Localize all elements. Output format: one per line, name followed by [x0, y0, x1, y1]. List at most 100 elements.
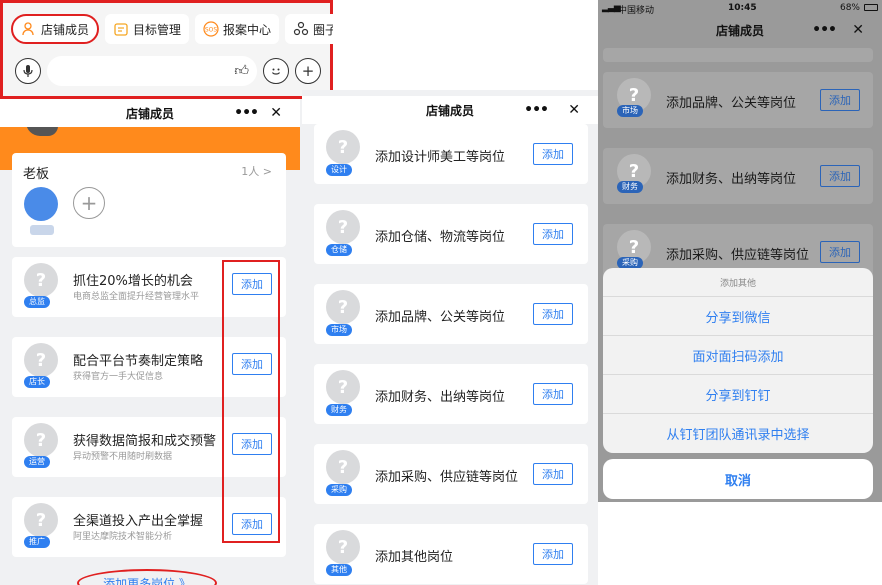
role-badge: 仓储 [326, 244, 352, 256]
chat-input-row: 👍︎ + [15, 55, 323, 87]
boss-card: 老板 1人 > + [12, 153, 286, 247]
battery-icon [864, 4, 878, 11]
add-button[interactable]: 添加 [533, 543, 573, 565]
placeholder-avatar-icon: ? [326, 370, 360, 404]
add-button[interactable]: 添加 [533, 223, 573, 245]
placeholder-avatar-icon: ? [326, 530, 360, 564]
tab-goal-management[interactable]: 目标管理 [105, 14, 190, 44]
role-badge: 财务 [617, 181, 643, 193]
cancel-button[interactable]: 取消 [603, 459, 873, 499]
page-title: 店铺成员 [125, 106, 174, 121]
store-members-panel-list: 店铺成员 ••• ✕ ? 设计 添加设计师美工等岗位 添加 ? 仓储 添加仓储、… [302, 90, 598, 585]
share-dingtalk-option[interactable]: 分享到钉钉 [603, 374, 873, 413]
emoji-icon[interactable] [263, 58, 289, 84]
plus-icon[interactable]: + [295, 58, 321, 84]
calendar-icon [113, 21, 129, 37]
tab-label: 目标管理 [133, 22, 182, 37]
position-card: ? 财务 添加财务、出纳等岗位 添加 [603, 148, 873, 204]
role-badge: 市场 [617, 105, 643, 117]
add-button[interactable]: 添加 [533, 303, 573, 325]
add-button[interactable]: 添加 [820, 165, 860, 187]
placeholder-avatar-icon: ? [326, 210, 360, 244]
circle-group-icon [293, 21, 309, 37]
role-badge: 采购 [326, 484, 352, 496]
close-button[interactable]: ✕ [852, 22, 864, 38]
role-title: 全渠道投入产出全掌握 [73, 514, 204, 529]
chat-input[interactable]: 👍︎ [47, 56, 257, 86]
tab-label: 圈子 [313, 22, 333, 37]
placeholder-avatar-icon: ? [326, 450, 360, 484]
placeholder-avatar-icon: ? [326, 290, 360, 324]
placeholder-avatar-icon: ? [326, 130, 360, 164]
top-toolbar: 店铺成员 目标管理 SOS 报案中心 圈子 👍︎ + [0, 0, 333, 99]
position-card: ? 其他 添加其他岗位 添加 [314, 524, 588, 584]
tab-circle[interactable]: 圈子 [285, 14, 333, 44]
position-label: 添加其他岗位 [375, 550, 454, 565]
store-members-panel-main: 店铺成员 ••• ✕ 老板 1人 > + ? 总监 抓住20%增长的机会 电商总… [0, 0, 333, 585]
role-badge: 其他 [326, 564, 352, 576]
add-button[interactable]: 添加 [533, 143, 573, 165]
position-label: 添加设计师美工等岗位 [375, 150, 506, 165]
placeholder-avatar-icon: ? [24, 503, 58, 537]
position-label: 添加财务、出纳等岗位 [375, 390, 506, 405]
position-label: 添加采购、供应链等岗位 [666, 248, 810, 263]
panel3-header: 店铺成员 ••• ✕ [598, 16, 882, 44]
thumbs-up-icon[interactable]: 👍︎ [234, 62, 249, 79]
role-badge: 设计 [326, 164, 352, 176]
more-button[interactable]: ••• [524, 102, 549, 118]
highlight-box [222, 260, 280, 543]
page-title: 店铺成员 [425, 103, 474, 118]
scan-qr-option[interactable]: 面对面扫码添加 [603, 335, 873, 374]
time: 10:45 [728, 3, 757, 13]
boss-count[interactable]: 1人 > [241, 163, 272, 179]
role-badge: 总监 [24, 296, 50, 308]
tab-report-center[interactable]: SOS 报案中心 [195, 14, 280, 44]
page-title: 店铺成员 [715, 23, 764, 38]
add-more-positions-link[interactable]: 添加更多岗位 》 [77, 569, 217, 585]
placeholder-avatar-icon: ? [24, 263, 58, 297]
tab-row: 店铺成员 目标管理 SOS 报案中心 圈子 [11, 13, 333, 45]
placeholder-avatar-icon: ? [24, 343, 58, 377]
microphone-icon[interactable] [15, 58, 41, 84]
action-sheet-title: 添加其他 [719, 278, 756, 289]
avatar [24, 187, 58, 221]
role-subtitle: 异动预警不用随时刷数据 [73, 452, 173, 462]
panel2-header: 店铺成员 ••• ✕ [302, 96, 598, 124]
add-button[interactable]: 添加 [533, 383, 573, 405]
placeholder-avatar-icon: ? [24, 423, 58, 457]
tab-label: 报案中心 [223, 22, 272, 37]
action-sheet: 添加其他 分享到微信 面对面扫码添加 分享到钉钉 从钉钉团队通讯录中选择 [603, 268, 873, 453]
position-card: ? 仓储 添加仓储、物流等岗位 添加 [314, 204, 588, 264]
sos-icon: SOS [203, 21, 219, 37]
role-subtitle: 电商总监全面提升经营管理水平 [73, 292, 200, 302]
status-bar: ▂▃▅ 中国移动 10:45 68% [598, 0, 882, 16]
choose-from-contacts-option[interactable]: 从钉钉团队通讯录中选择 [603, 413, 873, 452]
people-icon [21, 21, 37, 37]
role-badge: 财务 [326, 404, 352, 416]
more-button[interactable]: ••• [234, 105, 259, 121]
add-button[interactable]: 添加 [533, 463, 573, 485]
position-label: 添加品牌、公关等岗位 [375, 310, 506, 325]
close-button[interactable]: ✕ [568, 102, 580, 118]
role-title: 配合平台节奏制定策略 [73, 354, 204, 369]
add-button[interactable]: 添加 [820, 241, 860, 263]
tab-store-members[interactable]: 店铺成员 [11, 14, 100, 44]
position-card: ? 市场 添加品牌、公关等岗位 添加 [314, 284, 588, 344]
position-card: ? 设计 添加设计师美工等岗位 添加 [314, 124, 588, 184]
share-wechat-option[interactable]: 分享到微信 [603, 296, 873, 335]
tab-label: 店铺成员 [41, 22, 90, 37]
role-badge: 推广 [24, 536, 50, 548]
add-button[interactable]: 添加 [820, 89, 860, 111]
add-boss-button[interactable]: + [73, 187, 105, 219]
role-subtitle: 阿里达摩院技术智能分析 [73, 532, 173, 542]
position-card: ? 财务 添加财务、出纳等岗位 添加 [314, 364, 588, 424]
close-button[interactable]: ✕ [270, 105, 282, 121]
store-members-action-sheet-screen: ▂▃▅ 中国移动 10:45 68% 店铺成员 ••• ✕ ? 市场 添加品牌、… [598, 0, 882, 502]
position-label: 添加品牌、公关等岗位 [666, 96, 797, 111]
position-label: 添加仓储、物流等岗位 [375, 230, 506, 245]
add-more-positions-label: 添加更多岗位 》 [103, 577, 191, 585]
boss-title: 老板 [23, 167, 50, 182]
battery-level: 68% [839, 3, 860, 13]
more-button[interactable]: ••• [812, 22, 837, 38]
role-badge: 市场 [326, 324, 352, 336]
